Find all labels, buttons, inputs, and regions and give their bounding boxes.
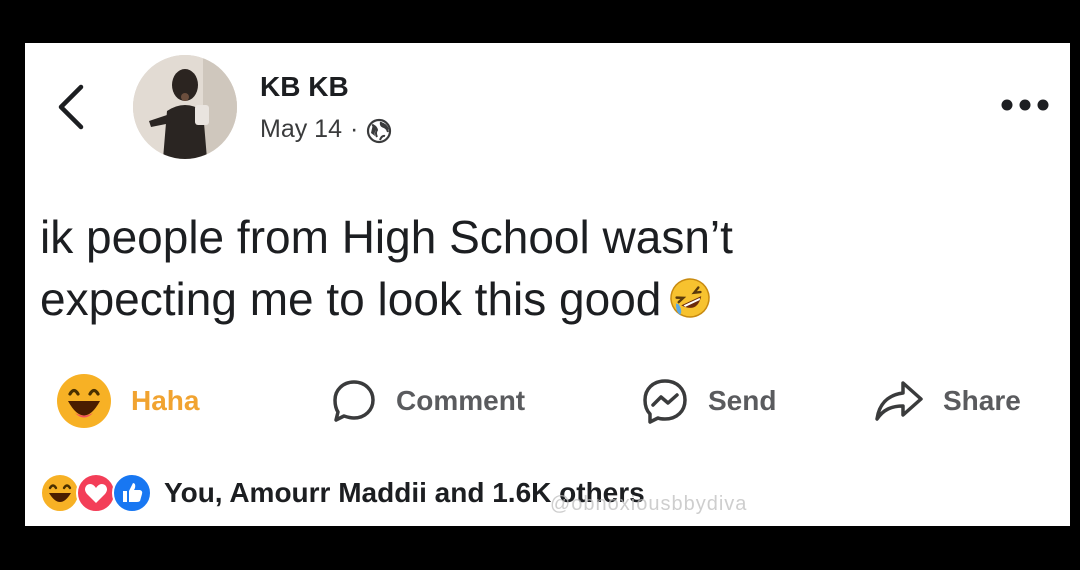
globe-icon [367, 118, 392, 143]
love-reaction-icon [76, 473, 116, 513]
haha-reaction-icon [40, 473, 80, 513]
haha-face-icon [57, 374, 111, 428]
avatar-photo [133, 55, 237, 159]
post-text-line-2-text: expecting me to look this good [40, 273, 662, 325]
rofl-emoji-icon [670, 278, 711, 318]
comment-label: Comment [396, 385, 526, 416]
more-options-icon[interactable] [1000, 95, 1050, 115]
author-avatar[interactable] [133, 55, 237, 159]
watermark-text: @obnoxiousbbydiva [550, 493, 748, 515]
haha-reaction-button[interactable]: Haha [55, 361, 199, 441]
reaction-icons [40, 473, 152, 513]
meta-separator: · [349, 115, 359, 143]
post-text: ik people from High School wasn’t expect… [40, 206, 1040, 330]
share-label: Share [943, 385, 1021, 416]
post-actions-bar: Haha Comment Send Share [25, 361, 1070, 441]
haha-label: Haha [131, 385, 200, 416]
messenger-icon [643, 379, 687, 424]
post-text-line-2: expecting me to look this good [40, 268, 1040, 330]
like-reaction-icon [112, 473, 152, 513]
post-text-line-1: ik people from High School wasn’t [40, 211, 733, 263]
comment-bubble-icon [333, 380, 375, 422]
back-arrow-icon[interactable] [55, 83, 87, 131]
send-label: Send [708, 385, 777, 416]
comment-button[interactable]: Comment [330, 361, 525, 441]
share-button[interactable]: Share [873, 361, 1021, 441]
send-button[interactable]: Send [640, 361, 776, 441]
post-card: KB KB May 14 · ik people from High Schoo… [25, 43, 1070, 526]
post-date[interactable]: May 14 [260, 115, 342, 144]
author-name[interactable]: KB KB [260, 71, 349, 103]
post-meta: May 14 · [260, 115, 392, 144]
share-arrow-icon [875, 381, 923, 421]
